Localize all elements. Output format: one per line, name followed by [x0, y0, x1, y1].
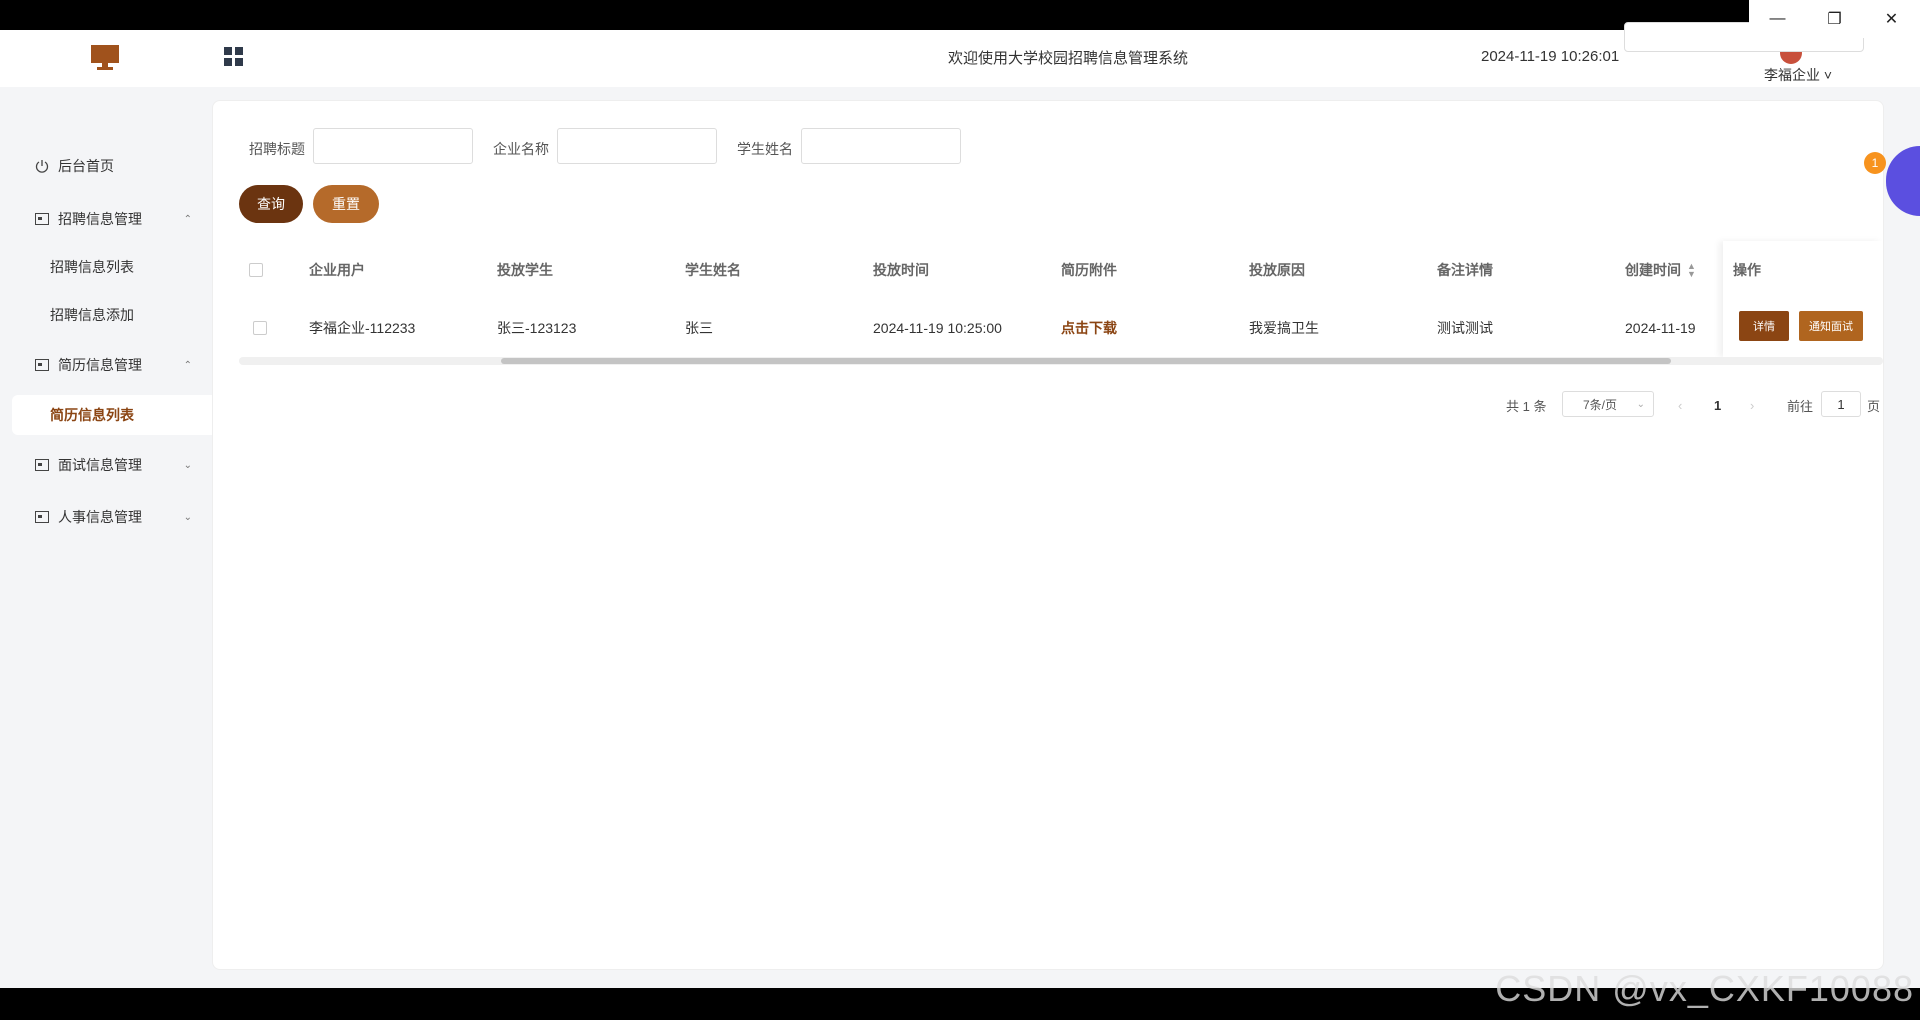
card-icon [34, 509, 50, 525]
restore-icon[interactable]: ❐ [1806, 0, 1863, 38]
reset-button[interactable]: 重置 [313, 185, 379, 223]
sidebar-item-label: 招聘信息管理 [58, 211, 142, 227]
sidebar-item-label: 招聘信息添加 [50, 307, 134, 323]
horizontal-scrollbar[interactable] [239, 357, 1883, 365]
sort-icon[interactable]: ▲ ▼ [1687, 262, 1696, 279]
sidebar-subitem-resume-list[interactable]: 简历信息列表 [12, 395, 212, 435]
sidebar-subitem-recruit-add[interactable]: 招聘信息添加 [0, 295, 212, 335]
user-dropdown[interactable]: 李福企业 ˅ [1764, 65, 1832, 85]
detail-button[interactable]: 详情 [1739, 311, 1789, 341]
page-size-select[interactable]: 7条/页 ⌄ [1562, 391, 1654, 417]
select-all-checkbox[interactable] [249, 263, 263, 277]
watermark: CSDN @vx_CXKF10088 [1495, 968, 1914, 1009]
sidebar-item-label: 面试信息管理 [58, 457, 142, 473]
chevron-down-icon: ˅ [1823, 67, 1833, 83]
page-unit-label: 页 [1867, 398, 1881, 414]
query-button[interactable]: 查询 [239, 185, 303, 223]
company-search-input[interactable] [557, 128, 717, 164]
card-icon [34, 357, 50, 373]
column-header: 操作 [1733, 262, 1761, 278]
column-header-sortable[interactable]: 创建时间 ▲ ▼ [1625, 241, 1696, 299]
title-search-input[interactable] [313, 128, 473, 164]
column-header: 备注详情 [1437, 262, 1493, 278]
window-controls: — ❐ ✕ [1749, 0, 1920, 38]
sidebar-item-interview-mgmt[interactable]: 面试信息管理 ⌄ [0, 445, 212, 485]
reason-cell: 我爱搞卫生 [1249, 320, 1319, 336]
student-user-cell: 张三-123123 [497, 320, 577, 336]
close-icon[interactable]: ✕ [1863, 0, 1920, 38]
title-search-label: 招聘标题 [249, 141, 305, 157]
created-time-cell: 2024-11-19 [1625, 320, 1696, 336]
chevron-up-icon: ⌃ [183, 359, 192, 371]
sidebar: 后台首页 招聘信息管理 ⌃ 招聘信息列表 招聘信息添加 简历信息管理 ⌃ 简历信… [0, 87, 212, 988]
notify-interview-button[interactable]: 通知面试 [1799, 311, 1863, 341]
power-icon [34, 158, 50, 174]
page-number[interactable]: 1 [1714, 391, 1721, 419]
sidebar-item-label: 后台首页 [58, 158, 114, 174]
goto-label: 前往 [1787, 398, 1814, 414]
column-header: 企业用户 [309, 262, 365, 278]
column-header: 学生姓名 [685, 262, 741, 278]
sidebar-item-hr-mgmt[interactable]: 人事信息管理 ⌄ [0, 497, 212, 537]
column-header: 投放原因 [1249, 262, 1305, 278]
sidebar-item-label: 简历信息列表 [50, 407, 134, 423]
student-search-label: 学生姓名 [737, 141, 793, 157]
scrollbar-thumb[interactable] [501, 358, 1671, 364]
sidebar-item-recruit-mgmt[interactable]: 招聘信息管理 ⌃ [0, 199, 212, 239]
column-header: 投放时间 [873, 262, 929, 278]
total-count: 共 1 条 [1506, 398, 1547, 414]
resume-table: 企业用户 投放学生 学生姓名 投放时间 简历附件 投放原因 备注详情 创建时间 ▲… [239, 241, 1883, 365]
column-header: 简历附件 [1061, 262, 1117, 278]
company-search-label: 企业名称 [493, 141, 549, 157]
submit-time-cell: 2024-11-19 10:25:00 [873, 320, 1002, 336]
app-window: 欢迎使用大学校园招聘信息管理系统 2024-11-19 10:26:01 李福企… [0, 30, 1920, 988]
card-icon [34, 457, 50, 473]
chevron-down-icon: ⌄ [1636, 398, 1645, 410]
page-size-value: 7条/页 [1583, 397, 1618, 412]
company-user-cell: 李福企业-112233 [309, 320, 416, 336]
sidebar-item-label: 人事信息管理 [58, 509, 142, 525]
current-datetime: 2024-11-19 10:26:01 [1481, 48, 1620, 65]
sidebar-item-label: 招聘信息列表 [50, 259, 134, 275]
sidebar-subitem-recruit-list[interactable]: 招聘信息列表 [0, 247, 212, 287]
chevron-down-icon: ⌄ [183, 459, 192, 471]
goto-page-input[interactable]: 1 [1821, 391, 1861, 417]
chevron-down-icon: ⌄ [183, 511, 192, 523]
card-icon [34, 211, 50, 227]
sidebar-item-resume-mgmt[interactable]: 简历信息管理 ⌃ [0, 345, 212, 385]
download-attachment-link[interactable]: 点击下载 [1061, 299, 1117, 357]
assistant-float-ball-icon[interactable] [1886, 146, 1920, 216]
prev-page-icon[interactable]: ‹ [1678, 391, 1682, 419]
student-search-input[interactable] [801, 128, 961, 164]
sidebar-item-home[interactable]: 后台首页 [0, 146, 212, 186]
chevron-up-icon: ⌃ [183, 213, 192, 225]
minimize-icon[interactable]: — [1749, 0, 1806, 38]
user-name: 李福企业 [1764, 67, 1820, 83]
remark-cell: 测试测试 [1437, 320, 1493, 336]
actions-column: 操作 详情 通知面试 [1723, 241, 1883, 357]
student-name-cell: 张三 [685, 320, 713, 336]
row-checkbox[interactable] [253, 321, 267, 335]
main-content: 招聘标题 企业名称 学生姓名 查询 重置 企业用户 投放学生 学生姓名 投放时间… [212, 100, 1884, 970]
column-header: 创建时间 [1625, 262, 1681, 278]
column-header: 投放学生 [497, 262, 553, 278]
next-page-icon[interactable]: › [1750, 391, 1754, 419]
notification-badge[interactable]: 1 [1864, 152, 1886, 174]
sidebar-item-label: 简历信息管理 [58, 357, 142, 373]
